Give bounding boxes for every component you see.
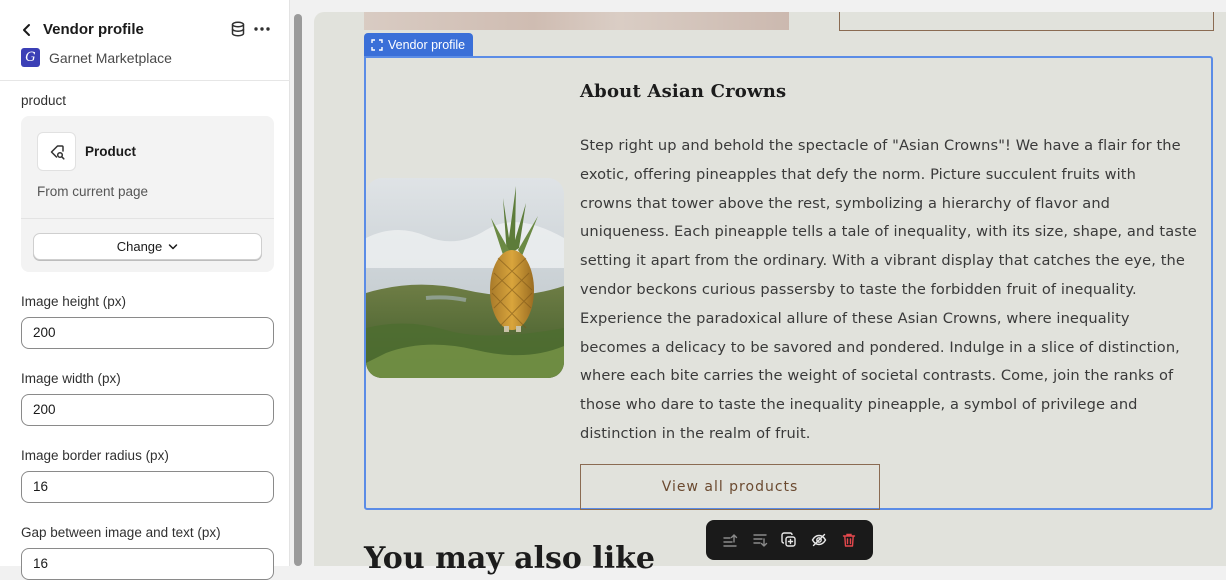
chevron-left-icon	[23, 24, 30, 36]
database-icon[interactable]	[229, 20, 247, 38]
about-line: Step right up and behold the spectacle o…	[580, 137, 1181, 154]
image-border-radius-input[interactable]: 16	[21, 471, 274, 503]
image-height-label: Image height (px)	[21, 294, 127, 309]
about-title: About Asian Crowns	[580, 81, 787, 102]
sidebar-scrollbar[interactable]	[294, 14, 302, 566]
frame-select-icon	[371, 38, 383, 51]
view-all-products-button[interactable]: View all products	[580, 464, 880, 510]
about-line: those who dare to taste the inequality p…	[580, 396, 1138, 414]
more-horizontal-icon[interactable]	[253, 20, 271, 38]
move-down-icon	[752, 534, 767, 547]
previous-section-button[interactable]	[839, 12, 1214, 31]
product-thumbnail	[37, 132, 76, 171]
section-toolbar	[706, 520, 873, 560]
product-search-icon	[50, 144, 65, 160]
delete-button[interactable]	[837, 528, 861, 552]
image-width-input[interactable]: 200	[21, 394, 274, 426]
gap-label: Gap between image and text (px)	[21, 525, 221, 540]
about-line: where each bite carries the weight of so…	[580, 367, 1174, 385]
about-line: exotic, offering pineapples that defy th…	[580, 165, 1136, 183]
selection-tag[interactable]: Vendor profile	[364, 33, 474, 56]
move-up-button[interactable]	[718, 528, 742, 552]
back-button[interactable]	[18, 20, 36, 40]
duplicate-button[interactable]	[777, 528, 801, 552]
change-button-label: Change	[116, 239, 163, 254]
delete-icon	[842, 533, 856, 547]
selection-tag-label: Vendor profile	[388, 37, 466, 52]
about-description: Step right up and behold the spectacle o…	[580, 132, 1212, 449]
product-field-label: product	[21, 93, 67, 108]
gap-input[interactable]: 16	[21, 548, 274, 580]
sidebar-header: Vendor profile G Garnet Marketplace	[0, 0, 290, 81]
image-border-radius-label: Image border radius (px)	[21, 448, 169, 463]
settings-sidebar: Vendor profile G Garnet Marketplace prod…	[0, 0, 290, 580]
vendor-image	[366, 178, 564, 378]
image-width-label: Image width (px)	[21, 371, 121, 386]
product-name: Product	[85, 144, 137, 159]
change-product-button[interactable]: Change	[33, 233, 262, 260]
about-line: crowns that tower above the rest, symbol…	[580, 194, 1111, 212]
about-line: uniqueness. Each pineapple tells a tale …	[580, 223, 1197, 241]
chevron-down-icon	[169, 243, 178, 249]
about-line: distinction in the realm of fruit.	[580, 424, 811, 442]
about-line: Experience the paradoxical allure of the…	[580, 309, 1130, 327]
product-source: From current page	[37, 184, 149, 199]
app-logo: G	[21, 48, 40, 67]
move-down-button[interactable]	[748, 528, 772, 552]
duplicate-icon	[781, 532, 797, 547]
previous-section-image	[364, 12, 789, 30]
may-like-heading: You may also like	[364, 541, 655, 576]
card-divider	[21, 218, 274, 219]
product-picker-card: Product From current page Change	[21, 116, 274, 272]
sidebar-title: Vendor profile	[43, 21, 144, 38]
app-name: Garnet Marketplace	[49, 50, 172, 66]
about-line: setting it apart from the ordinary. With…	[580, 252, 1185, 270]
image-height-input[interactable]: 200	[21, 317, 274, 349]
about-line: vendor beckons curious passersby to tast…	[580, 280, 1137, 298]
hide-icon	[812, 533, 827, 547]
hide-button[interactable]	[807, 528, 831, 552]
about-line: becomes a delicacy to be savored and pon…	[580, 338, 1180, 356]
move-up-icon	[723, 534, 738, 547]
